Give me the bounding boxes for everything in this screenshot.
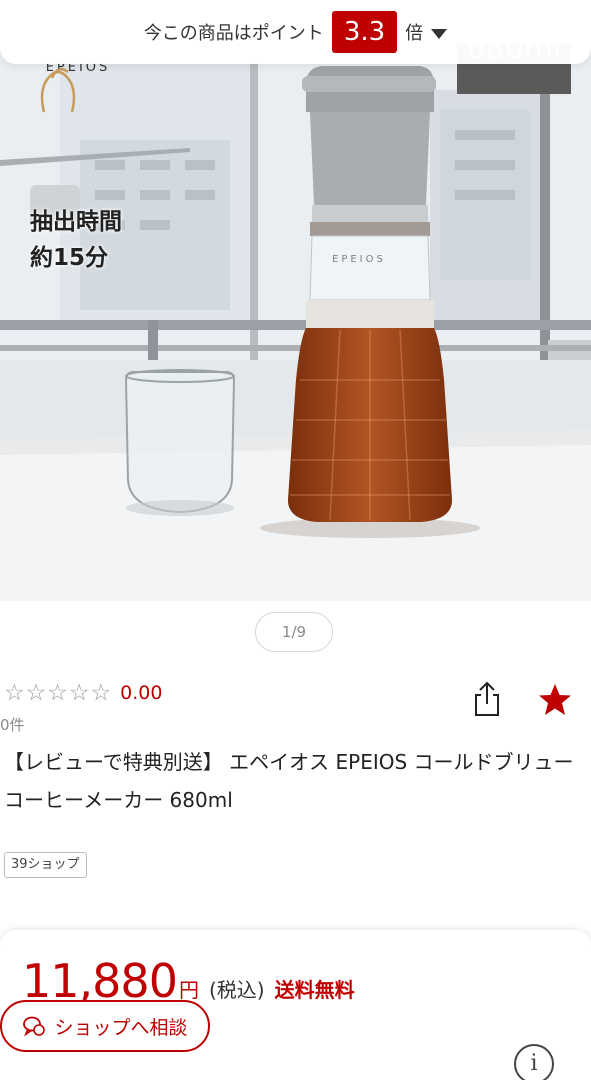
review-count[interactable]: 0件: [0, 714, 25, 735]
star-outline-icon: ☆: [47, 680, 68, 706]
brand-logo-icon: [40, 67, 76, 113]
price-tax-label: (税込): [208, 978, 265, 1002]
rating-row[interactable]: ☆ ☆ ☆ ☆ ☆ 0.00: [4, 680, 162, 706]
product-image[interactable]: EPEIOS EPEIOS 抽出時間 約15分 680ml: [0, 0, 591, 601]
chat-icon: [23, 1016, 46, 1037]
star-outline-icon: ☆: [68, 680, 90, 706]
bottle-brand-text: EPEIOS: [332, 254, 386, 265]
brew-time-caption: 抽出時間 約15分: [30, 204, 122, 276]
star-outline-icon: ☆: [90, 680, 112, 706]
brew-time-value: 約15分: [30, 245, 109, 271]
shop-tag[interactable]: 39ショップ: [4, 852, 87, 878]
caret-down-icon[interactable]: [431, 28, 448, 39]
points-rate-badge: 3.3: [331, 11, 398, 53]
share-icon: [475, 681, 499, 716]
rating-score: 0.00: [120, 682, 163, 704]
consult-shop-button[interactable]: ショップへ相談: [0, 1000, 210, 1052]
info-icon[interactable]: i: [514, 1044, 554, 1080]
favorite-button[interactable]: [537, 682, 573, 718]
free-shipping-label: 送料無料: [274, 978, 355, 1002]
star-outline-icon: ☆: [4, 680, 25, 706]
points-prefix: 今この商品はポイント: [143, 23, 324, 44]
star-icon: [539, 684, 571, 715]
points-unit: 倍: [405, 23, 424, 44]
brew-time-label: 抽出時間: [30, 209, 122, 235]
star-outline-icon: ☆: [25, 680, 47, 706]
points-banner[interactable]: 今この商品はポイント 3.3 倍: [0, 0, 591, 64]
consult-shop-label: ショップへ相談: [54, 1016, 188, 1039]
share-button[interactable]: [472, 680, 502, 718]
product-title: 【レビューで特典別送】 エペイオス EPEIOS コールドブリューコーヒーメーカ…: [4, 750, 574, 812]
price-currency: 円: [178, 978, 199, 1002]
image-pager: 1/9: [255, 612, 333, 652]
